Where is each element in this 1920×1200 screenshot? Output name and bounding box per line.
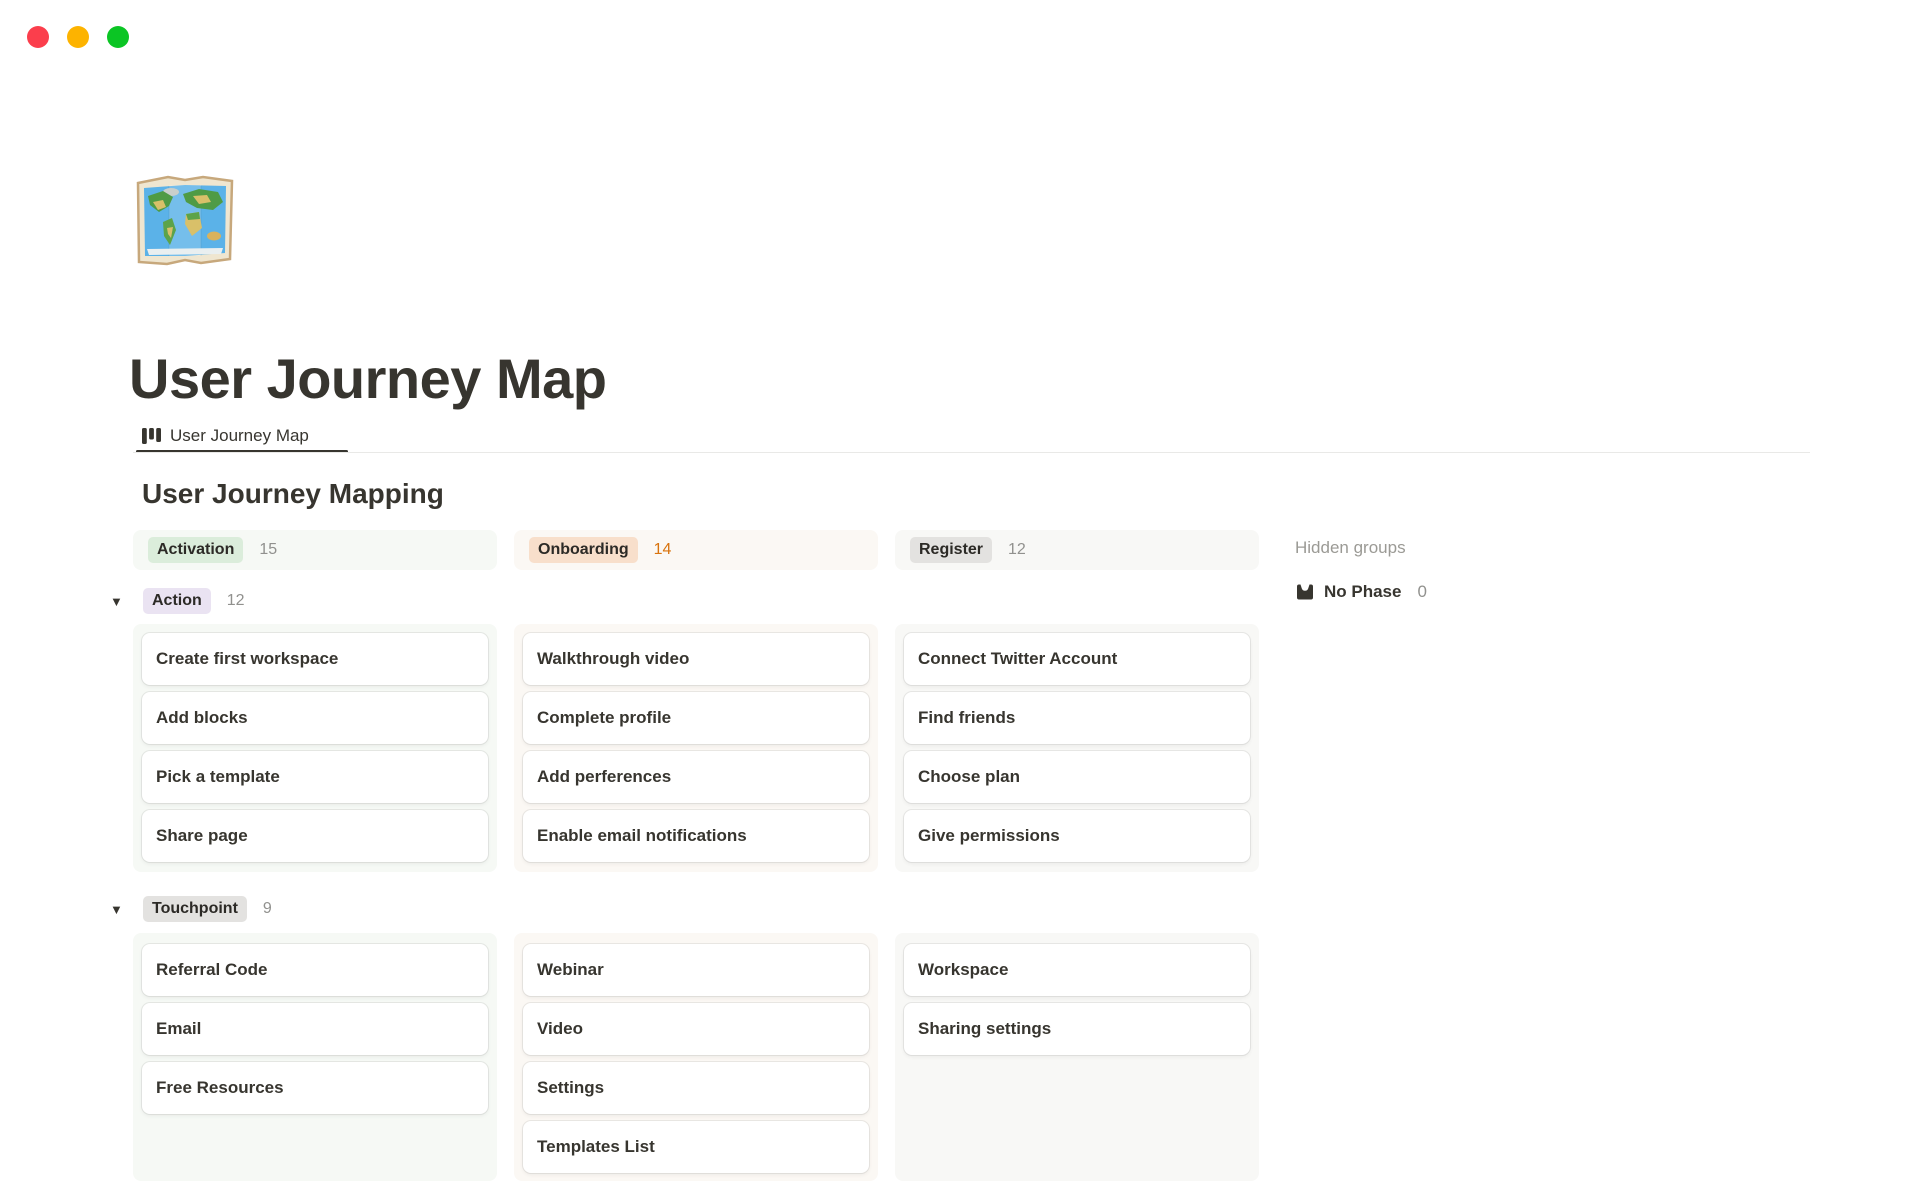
column-header-onboarding: Onboarding 14 (514, 530, 878, 570)
close-window-button[interactable] (27, 26, 49, 48)
board-card[interactable]: Referral Code (142, 944, 488, 996)
tab-strip-divider (133, 452, 1810, 453)
board-card[interactable]: Video (523, 1003, 869, 1055)
hidden-group-name: No Phase (1324, 582, 1401, 602)
group-pill-touchpoint[interactable]: Touchpoint (143, 896, 247, 922)
column-pill-activation[interactable]: Activation (148, 537, 243, 563)
tab-label: User Journey Map (170, 426, 309, 446)
group-count: 9 (263, 900, 272, 918)
board-card[interactable]: Add blocks (142, 692, 488, 744)
zoom-window-button[interactable] (107, 26, 129, 48)
column-header-activation: Activation 15 (133, 530, 497, 570)
box-icon (1295, 582, 1315, 602)
board-view-icon (142, 428, 161, 445)
board-card[interactable]: Templates List (523, 1121, 869, 1173)
board-card[interactable]: Give permissions (904, 810, 1250, 862)
board-card[interactable]: Enable email notifications (523, 810, 869, 862)
hidden-groups-label: Hidden groups (1295, 538, 1406, 558)
group-pill-action[interactable]: Action (143, 588, 211, 614)
minimize-window-button[interactable] (67, 26, 89, 48)
board-card[interactable]: Workspace (904, 944, 1250, 996)
board-card[interactable]: Choose plan (904, 751, 1250, 803)
collapse-triangle-icon[interactable]: ▼ (110, 902, 125, 917)
board-card[interactable]: Walkthrough video (523, 633, 869, 685)
board-card[interactable]: Create first workspace (142, 633, 488, 685)
collapse-triangle-icon[interactable]: ▼ (110, 594, 125, 609)
board-card[interactable]: Share page (142, 810, 488, 862)
tab-user-journey-map[interactable]: User Journey Map (142, 426, 309, 446)
board-card[interactable]: Connect Twitter Account (904, 633, 1250, 685)
group-row-action: ▼ Action 12 (110, 588, 245, 614)
board-card[interactable]: Settings (523, 1062, 869, 1114)
board-card[interactable]: Webinar (523, 944, 869, 996)
board-card[interactable]: Complete profile (523, 692, 869, 744)
page-title[interactable]: User Journey Map (129, 346, 607, 411)
column-pill-register[interactable]: Register (910, 537, 992, 563)
world-map-emoji (133, 172, 237, 268)
board-card[interactable]: Pick a template (142, 751, 488, 803)
board-card[interactable]: Sharing settings (904, 1003, 1250, 1055)
board-card[interactable]: Find friends (904, 692, 1250, 744)
page-icon[interactable] (133, 172, 237, 268)
hidden-group-count: 0 (1417, 582, 1426, 602)
notion-window: User Journey Map User Journey Map User J… (0, 0, 1920, 1200)
group-count: 12 (227, 592, 245, 610)
group-row-touchpoint: ▼ Touchpoint 9 (110, 896, 272, 922)
column-pill-onboarding[interactable]: Onboarding (529, 537, 638, 563)
column-count: 12 (1008, 541, 1026, 559)
column-header-register: Register 12 (895, 530, 1259, 570)
board-card[interactable]: Email (142, 1003, 488, 1055)
column-count: 14 (654, 541, 672, 559)
hidden-group-no-phase[interactable]: No Phase 0 (1295, 582, 1427, 602)
view-title[interactable]: User Journey Mapping (142, 478, 444, 510)
column-count: 15 (259, 541, 277, 559)
board-card[interactable]: Free Resources (142, 1062, 488, 1114)
board-card[interactable]: Add perferences (523, 751, 869, 803)
